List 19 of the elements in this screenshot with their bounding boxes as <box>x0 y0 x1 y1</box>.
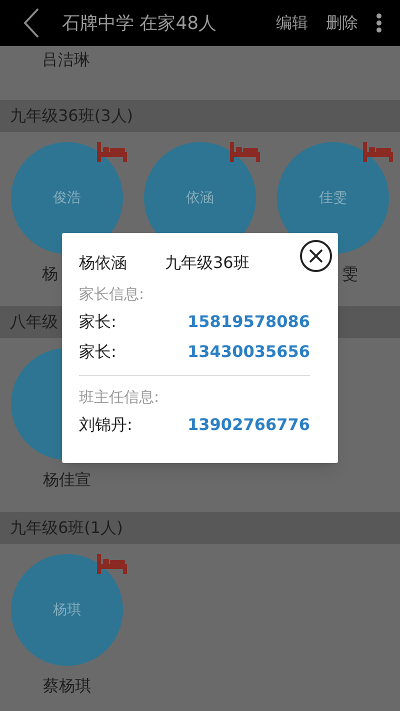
student-name: 蔡杨琪 <box>43 675 91 696</box>
section-title: 家长信息: <box>79 284 144 305</box>
avatar-text: 杨琪 <box>53 600 81 620</box>
contact-label: 刘锦丹: <box>79 414 134 436</box>
avatar-text: 佳雯 <box>319 188 347 208</box>
student-name: 雯 <box>342 263 358 284</box>
avatar-text: 依涵 <box>186 188 214 208</box>
student-name: 吕洁琳 <box>42 50 90 69</box>
group-header: 九年级6班(1人) <box>0 512 400 544</box>
class-name: 九年级36班 <box>165 252 250 274</box>
avatar-text: 俊浩 <box>53 188 81 208</box>
contact-label: 家长: <box>79 311 118 333</box>
contact-label: 家长: <box>79 341 118 363</box>
student-name: 杨依涵 <box>79 252 128 274</box>
section-title: 班主任信息: <box>79 386 160 408</box>
student-name: 杨佳宣 <box>43 469 91 490</box>
group-header: 九年级36班(3人) <box>0 100 400 132</box>
student-name: 杨 <box>42 263 58 284</box>
page-title: 石牌中学 在家48人 <box>62 12 217 36</box>
